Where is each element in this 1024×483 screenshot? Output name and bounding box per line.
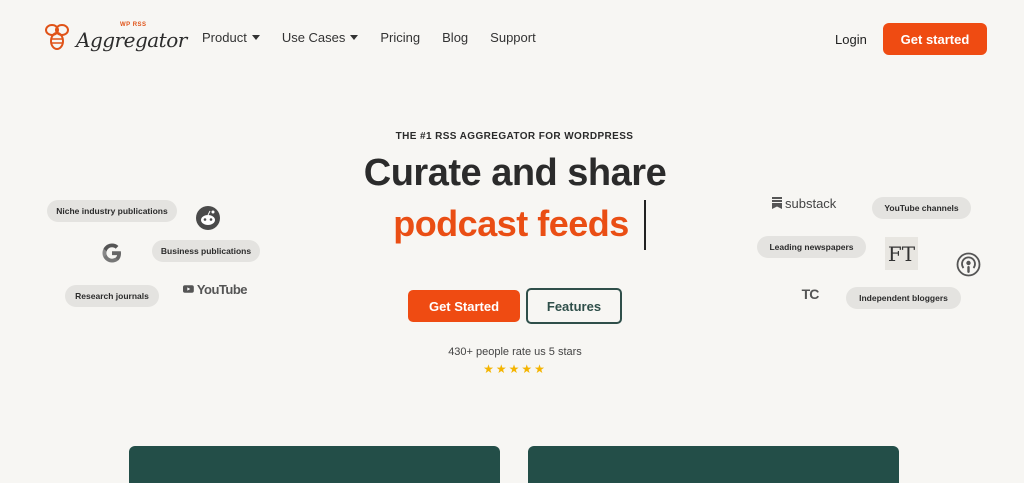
source-pill: YouTube channels [872, 197, 971, 219]
source-pill: Business publications [152, 240, 260, 262]
nav-item-product[interactable]: Product [202, 30, 260, 45]
feature-card-left [129, 446, 500, 483]
brand-wordmark: WP RSS Aggregator [76, 20, 187, 54]
chevron-down-icon [251, 35, 260, 40]
nav-item-label: Use Cases [281, 30, 346, 45]
features-button[interactable]: Features [526, 288, 622, 324]
source-pill: Leading newspapers [757, 236, 866, 258]
substack-wordmark: substack [785, 195, 837, 211]
get-started-header-button[interactable]: Get started [883, 23, 987, 55]
financial-times-logo: FT [885, 237, 918, 270]
reddit-icon [195, 205, 221, 231]
youtube-play-icon [183, 285, 194, 293]
nav-item-label: Support [490, 30, 536, 45]
nav-item-use-cases[interactable]: Use Cases [282, 30, 359, 45]
techcrunch-text: TC [801, 286, 820, 302]
youtube-wordmark: YouTube [196, 281, 248, 297]
brand-logo[interactable]: WP RSS Aggregator [44, 20, 187, 54]
substack-logo: substack [772, 195, 842, 211]
rating-text: 430+ people rate us 5 stars [448, 346, 582, 358]
site-header: WP RSS Aggregator Product Use Cases Pric… [0, 0, 1024, 78]
nav-item-label: Pricing [380, 30, 421, 45]
typing-cursor [644, 200, 646, 250]
nav-item-pricing[interactable]: Pricing [380, 30, 420, 45]
main-nav: Product Use Cases Pricing Blog Support [202, 30, 558, 45]
podcast-icon [955, 251, 982, 278]
nav-item-blog[interactable]: Blog [442, 30, 468, 45]
substack-icon [772, 197, 782, 209]
feature-card-right [528, 446, 899, 483]
source-pill: Niche industry publications [47, 200, 177, 222]
brand-name: Aggregator [76, 28, 187, 52]
nav-item-label: Product [202, 30, 247, 45]
star-rating: ★★★★★ [483, 362, 547, 376]
techcrunch-logo: TC [796, 286, 824, 302]
ft-text: FT [887, 241, 916, 266]
source-pill: Research journals [65, 285, 159, 307]
get-started-button[interactable]: Get Started [408, 290, 520, 322]
google-icon [98, 239, 126, 267]
bee-logo-icon [45, 24, 69, 50]
nav-item-label: Blog [442, 30, 469, 45]
source-pill: Independent bloggers [846, 287, 961, 309]
hero-eyebrow: THE #1 RSS AGGREGATOR FOR WORDPRESS [395, 131, 634, 142]
youtube-logo: YouTube [183, 280, 248, 298]
chevron-down-icon [350, 35, 359, 40]
login-link[interactable]: Login [835, 32, 867, 47]
nav-item-support[interactable]: Support [490, 30, 536, 45]
hero-headline: Curate and share [363, 152, 667, 194]
